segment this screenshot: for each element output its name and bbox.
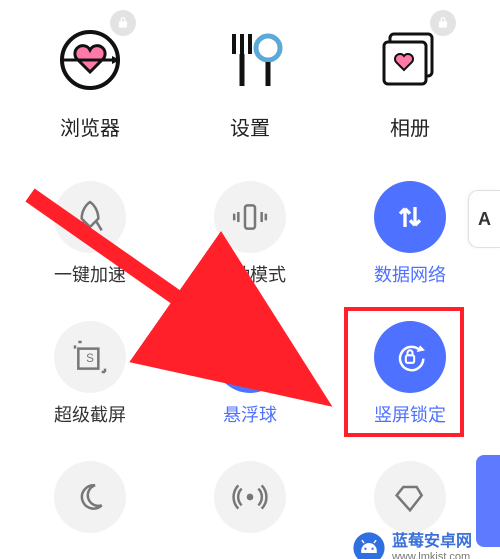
watermark-url: www.lmkjst.com: [392, 551, 472, 559]
svg-text:S: S: [86, 352, 94, 365]
lock-icon: [430, 10, 456, 36]
generic-icon: [374, 461, 446, 533]
disc-icon: [214, 321, 286, 393]
lock-icon: [110, 10, 136, 36]
watermark: 蓝莓安卓网 www.lmkjst.com: [352, 531, 472, 559]
app-gallery[interactable]: 相册: [350, 20, 470, 141]
qs-hotspot[interactable]: [170, 451, 330, 559]
qs-speed-up-label: 一键加速: [54, 261, 126, 287]
qs-mobile-data-label: 数据网络: [374, 261, 446, 287]
heart-target-icon: [50, 20, 130, 100]
side-blue-handle[interactable]: [476, 455, 500, 547]
vibrate-icon: [214, 181, 286, 253]
moon-icon: [54, 461, 126, 533]
quick-settings-grid: 一键加速 振动模式 数据网络 S 超级截屏: [0, 171, 500, 559]
qs-floating-ball[interactable]: 悬浮球: [170, 311, 330, 451]
qs-speed-up[interactable]: 一键加速: [10, 171, 170, 311]
cutlery-icon: [210, 20, 290, 100]
qs-portrait-lock[interactable]: 竖屏锁定: [330, 311, 490, 451]
qs-super-screenshot-label: 超级截屏: [54, 401, 126, 427]
rocket-icon: [54, 181, 126, 253]
qs-vibration-label: 振动模式: [214, 261, 286, 287]
rotation-lock-icon: [374, 321, 446, 393]
qs-mobile-data[interactable]: 数据网络: [330, 171, 490, 311]
app-settings[interactable]: 设置: [190, 20, 310, 141]
data-arrows-icon: [374, 181, 446, 253]
side-letter-tab[interactable]: A: [468, 190, 500, 248]
qs-super-screenshot[interactable]: S 超级截屏: [10, 311, 170, 451]
broadcast-icon: [214, 461, 286, 533]
qs-night-mode[interactable]: [10, 451, 170, 559]
app-settings-label: 设置: [230, 112, 270, 141]
app-gallery-label: 相册: [390, 112, 430, 141]
watermark-title: 蓝莓安卓网: [392, 533, 472, 551]
app-browser-label: 浏览器: [60, 112, 120, 141]
crop-s-icon: S: [54, 321, 126, 393]
app-icon-row: 浏览器 设置: [0, 10, 500, 171]
app-browser[interactable]: 浏览器: [30, 20, 150, 141]
side-letter-tab-label: A: [478, 209, 491, 230]
qs-vibration[interactable]: 振动模式: [170, 171, 330, 311]
qs-floating-ball-label: 悬浮球: [223, 401, 277, 427]
qs-portrait-lock-label: 竖屏锁定: [374, 401, 446, 427]
android-icon: [352, 531, 386, 559]
photo-stack-icon: [370, 20, 450, 100]
